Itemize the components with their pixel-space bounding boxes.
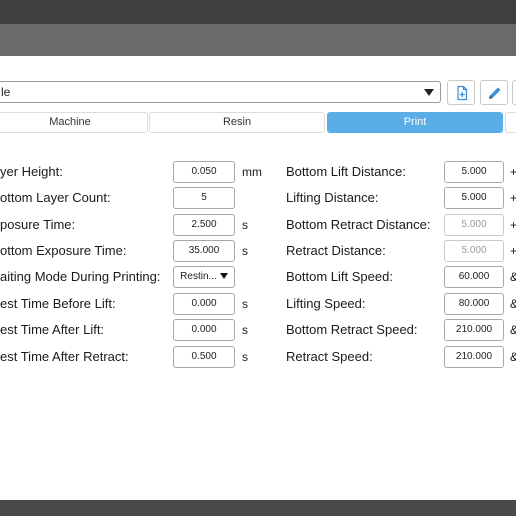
edit-profile-button[interactable] [480, 80, 508, 105]
rest-before-lift-input[interactable]: 0.000 [173, 293, 235, 315]
bottom-retract-speed-unit: & [510, 323, 516, 337]
retract-speed-label: Retract Speed: [286, 349, 373, 364]
lifting-distance-unit: + [510, 191, 516, 205]
bottom-retract-speed-label: Bottom Retract Speed: [286, 322, 418, 337]
rest-after-lift-unit: s [242, 323, 248, 337]
chevron-down-icon [424, 89, 434, 96]
exposure-time-label: posure Time: [0, 217, 76, 232]
exposure-time-unit: s [242, 218, 248, 232]
tab-machine[interactable]: Machine [0, 112, 148, 133]
lifting-speed-unit: & [510, 297, 516, 311]
layer-height-unit: mm [242, 165, 262, 179]
add-profile-button[interactable] [447, 80, 475, 105]
top-dark-bar [0, 0, 516, 24]
bottom-retract-distance-input[interactable]: 5.000 [444, 214, 504, 236]
retract-distance-label: Retract Distance: [286, 243, 386, 258]
rest-after-lift-input[interactable]: 0.000 [173, 319, 235, 341]
rest-after-retract-unit: s [242, 350, 248, 364]
layer-height-input[interactable]: 0.050 [173, 161, 235, 183]
profile-select-value: le [1, 85, 11, 99]
exposure-time-input[interactable]: 2.500 [173, 214, 235, 236]
rest-after-lift-label: est Time After Lift: [0, 322, 105, 337]
rest-before-lift-label: est Time Before Lift: [0, 296, 116, 311]
bottom-lift-speed-unit: & [510, 270, 516, 284]
bottom-layer-count-input[interactable]: 5 [173, 187, 235, 209]
bottom-lift-distance-unit: + [510, 165, 516, 179]
bottom-exposure-time-unit: s [242, 244, 248, 258]
lifting-speed-input[interactable]: 80.000 [444, 293, 504, 315]
waiting-mode-select[interactable]: Restin... [173, 266, 235, 288]
waiting-mode-value: Restin... [180, 271, 217, 282]
print-settings-panel: le Machine Resin Print yer Height: 0.050… [0, 56, 516, 500]
retract-distance-unit: + [510, 244, 516, 258]
lifting-distance-label: Lifting Distance: [286, 190, 379, 205]
bottom-lift-speed-input[interactable]: 60.000 [444, 266, 504, 288]
rest-before-lift-unit: s [242, 297, 248, 311]
more-button[interactable] [512, 80, 516, 105]
tab-overflow[interactable] [505, 112, 516, 133]
retract-speed-unit: & [510, 350, 516, 364]
bottom-retract-speed-input[interactable]: 210.000 [444, 319, 504, 341]
tab-print-label: Print [403, 116, 427, 128]
retract-distance-input[interactable]: 5.000 [444, 240, 504, 262]
tab-resin-label: Resin [222, 116, 252, 128]
tab-resin[interactable]: Resin [149, 112, 325, 133]
bottom-bar [0, 500, 516, 516]
rest-after-retract-label: est Time After Retract: [0, 349, 129, 364]
waiting-mode-label: aiting Mode During Printing: [0, 269, 161, 284]
bottom-layer-count-label: ottom Layer Count: [0, 190, 111, 205]
layer-height-label: yer Height: [0, 164, 63, 179]
bottom-exposure-time-input[interactable]: 35.000 [173, 240, 235, 262]
bottom-retract-distance-unit: + [510, 218, 516, 232]
dropdown-arrow-icon [219, 273, 228, 280]
rest-after-retract-input[interactable]: 0.500 [173, 346, 235, 368]
bottom-retract-distance-label: Bottom Retract Distance: [286, 217, 431, 232]
bottom-lift-distance-label: Bottom Lift Distance: [286, 164, 406, 179]
pencil-icon [489, 87, 501, 99]
lifting-speed-label: Lifting Speed: [286, 296, 366, 311]
top-window-bar [0, 24, 516, 56]
bottom-lift-distance-input[interactable]: 5.000 [444, 161, 504, 183]
lifting-distance-input[interactable]: 5.000 [444, 187, 504, 209]
bottom-exposure-time-label: ottom Exposure Time: [0, 243, 127, 258]
retract-speed-input[interactable]: 210.000 [444, 346, 504, 368]
profile-select[interactable]: le [0, 81, 441, 103]
bottom-lift-speed-label: Bottom Lift Speed: [286, 269, 393, 284]
tab-print[interactable]: Print [327, 112, 503, 133]
tab-machine-label: Machine [49, 116, 91, 128]
add-file-icon [457, 85, 468, 101]
